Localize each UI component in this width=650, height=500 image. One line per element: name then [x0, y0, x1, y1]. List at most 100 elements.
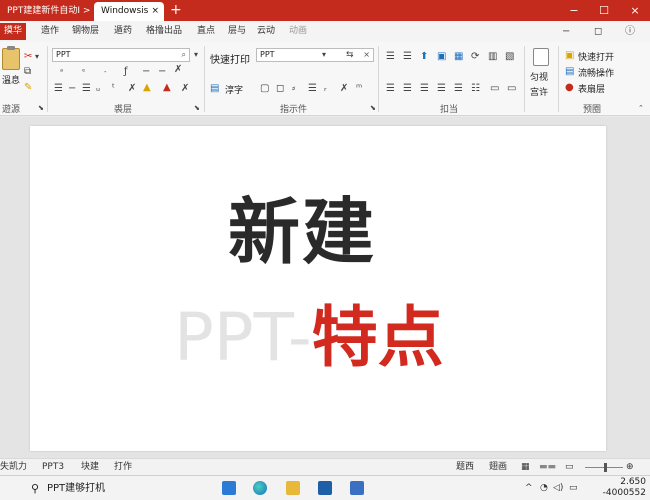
status-item-4[interactable]: 打作 [114, 459, 132, 475]
ribbon-restore-icon[interactable]: ◻ [594, 21, 602, 42]
font-color-icon[interactable]: ▲ [163, 82, 171, 94]
distribute-v-icon[interactable]: ☰ [403, 83, 412, 95]
new-tab-button[interactable]: + [170, 2, 182, 19]
status-item-2[interactable]: PPT3 [42, 459, 64, 475]
italic-icon[interactable]: ᵉ [82, 66, 85, 78]
close-window-button[interactable]: × [625, 2, 645, 19]
dialog-launcher-icon[interactable]: ⬊ [194, 102, 200, 114]
help-icon[interactable]: ⓘ [625, 21, 635, 42]
view-normal-button[interactable]: 题西 [456, 459, 474, 475]
dialog-launcher-icon[interactable]: ⬊ [38, 102, 44, 114]
chevron-up-icon[interactable]: ⌃ [638, 102, 644, 114]
volume-icon[interactable]: ◁) [553, 476, 563, 500]
status-item-1[interactable]: 失凯力 [0, 459, 27, 475]
chevron-down-icon[interactable]: ▾ [35, 51, 39, 63]
line-icon[interactable]: ⸗ [292, 83, 295, 95]
font-name-combo[interactable]: PPT ⌕ [52, 48, 190, 62]
bring-forward-icon[interactable]: ⬆ [420, 51, 428, 63]
document-icon[interactable] [533, 48, 549, 66]
font-effects-icon[interactable]: ✗ [181, 83, 189, 95]
reading-view-icon[interactable]: ▬▬ [539, 459, 556, 475]
copy-icon[interactable]: ⧉ [24, 66, 31, 78]
status-item-3[interactable]: 块建 [81, 459, 99, 475]
distribute-icon[interactable]: ☰ [386, 83, 395, 95]
menu-item-5[interactable]: 直点 [197, 21, 215, 42]
text-box-icon[interactable]: ▢ [260, 83, 269, 95]
tab-windows[interactable]: Windowsis × [94, 2, 164, 21]
align-left-icon[interactable]: ☰ [420, 83, 429, 95]
app-icon[interactable] [350, 481, 364, 495]
group-icon[interactable]: ▦ [454, 51, 463, 63]
selection-pane-icon[interactable]: ▧ [505, 51, 514, 63]
align-right-icon[interactable]: ☰ [437, 83, 446, 95]
tab-ppt-document[interactable]: PPT建建新件自动I > [0, 2, 94, 21]
size-icon[interactable]: ▭ [507, 83, 516, 95]
align-middle-icon[interactable]: ☰ [403, 51, 412, 63]
columns-icon[interactable]: ☷ [471, 83, 480, 95]
convert-button[interactable]: 淳字 [225, 83, 243, 96]
indent-icon[interactable]: − [68, 83, 76, 95]
paragraph-font-combo[interactable]: PPT × [256, 48, 374, 62]
slide-canvas[interactable]: 新建 PPT-特点 [30, 126, 606, 451]
chevron-down-icon[interactable]: ▾ [322, 49, 326, 61]
ungroup-icon[interactable]: ▥ [488, 51, 497, 63]
clock[interactable]: 2.650 -4000552 [586, 477, 646, 499]
paste-icon[interactable] [2, 46, 20, 70]
zoom-in-icon[interactable]: ⊕ [626, 459, 634, 475]
menu-item-3[interactable]: 遁药 [114, 21, 132, 42]
crop-icon[interactable]: ▭ [490, 83, 499, 95]
menu-item-7[interactable]: 云动 [257, 21, 275, 42]
rotate-icon[interactable]: ⟳ [471, 51, 479, 63]
close-tab-icon[interactable]: × [151, 2, 159, 21]
file-explorer-icon[interactable] [286, 481, 300, 495]
editing-label-2[interactable]: 宫许 [530, 85, 548, 98]
menu-item-6[interactable]: 层与 [228, 21, 246, 42]
ribbon-minimize-icon[interactable]: − [562, 21, 570, 42]
arrow-icon[interactable]: ⇆ [346, 49, 354, 61]
send-backward-icon[interactable]: ▣ [437, 51, 446, 63]
list-icon[interactable]: ☰ [308, 83, 317, 95]
maximize-window-button[interactable]: ☐ [594, 2, 614, 19]
editing-label-1[interactable]: 匀视 [530, 70, 548, 83]
menu-item-4[interactable]: 格撸出品 [146, 21, 182, 42]
sector-layer-button[interactable]: 表扇层 [578, 82, 605, 95]
edge-browser-icon[interactable] [253, 481, 267, 495]
paste-label[interactable]: 溫息 [2, 73, 20, 86]
spacing-icon[interactable]: − [158, 66, 166, 78]
battery-icon[interactable]: ▭ [569, 476, 578, 500]
chevron-down-icon[interactable]: ▾ [194, 49, 198, 61]
quick-print-button[interactable]: 快速打印 [210, 51, 250, 66]
change-case-icon[interactable]: ✗ [128, 83, 136, 95]
highlight-icon[interactable]: ▲ [143, 82, 151, 94]
align-center-icon[interactable]: ☰ [82, 83, 91, 95]
store-icon[interactable] [318, 481, 332, 495]
windows-start-icon[interactable] [222, 481, 236, 495]
menu-item-1[interactable]: 造作 [41, 21, 59, 42]
dialog-launcher-icon[interactable]: ⬊ [370, 102, 376, 114]
cut-icon[interactable]: ✂ [24, 51, 32, 63]
shadow-icon[interactable]: − [142, 66, 150, 78]
menu-item-2[interactable]: 钢物层 [72, 21, 99, 42]
smooth-operation-button[interactable]: 流畅操作 [578, 66, 614, 79]
bold-icon[interactable]: ᵃ [60, 66, 63, 78]
network-icon[interactable]: ◔ [540, 476, 548, 500]
superscript-icon[interactable]: ᵗ [112, 83, 115, 95]
align-left-icon[interactable]: ☰ [54, 83, 63, 95]
view-sorter-button[interactable]: 翅画 [489, 459, 507, 475]
align-top-icon[interactable]: ☰ [386, 51, 395, 63]
shape-icon[interactable]: ◻ [276, 83, 284, 95]
grid-view-icon[interactable]: ▦ [521, 459, 530, 475]
taskbar-search[interactable]: ⚲ PPT建够打机 [25, 479, 211, 498]
minimize-window-button[interactable]: − [564, 2, 584, 19]
clear-format-icon[interactable]: ✗ [174, 64, 182, 76]
format-painter-icon[interactable]: ✎ [24, 82, 32, 94]
align-justify-icon[interactable]: ☰ [454, 83, 463, 95]
sort-icon[interactable]: ✗ [340, 83, 348, 95]
direction-icon[interactable]: ᵐ [356, 83, 362, 95]
file-menu[interactable]: 摸华 [0, 23, 27, 40]
table-icon[interactable]: ▤ [210, 83, 219, 95]
strikethrough-icon[interactable]: ƒ [124, 66, 128, 78]
quick-open-button[interactable]: 快速打开 [578, 50, 614, 63]
menu-item-8[interactable]: 动画 [289, 21, 307, 42]
effects-icon[interactable]: ᵣ [324, 83, 327, 95]
